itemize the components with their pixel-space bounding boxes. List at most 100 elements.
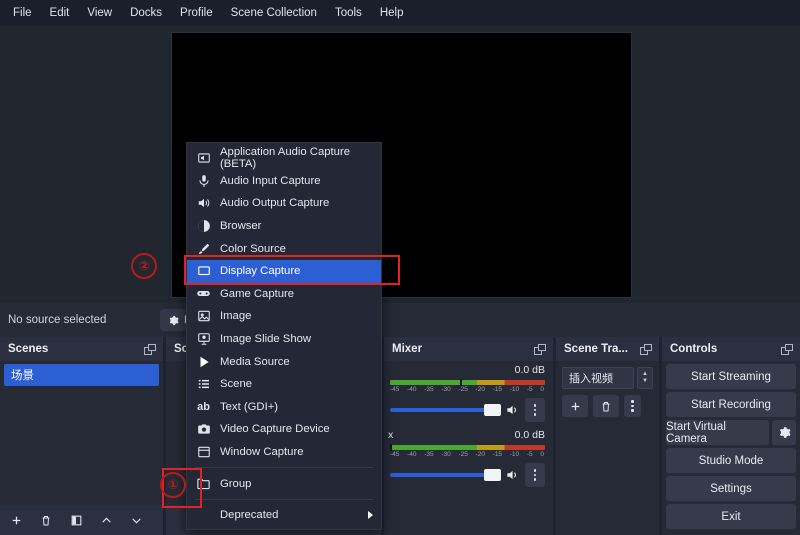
menu-item-edit[interactable]: Edit [41, 4, 79, 22]
transitions-dock-header: Scene Tra... [556, 337, 659, 361]
transitions-body: 插入视频 ▲ ▼ [556, 361, 659, 535]
context-menu-item-image-slide-show[interactable]: Image Slide Show [187, 328, 381, 351]
speaker-icon[interactable] [505, 468, 519, 482]
browser-icon [196, 219, 211, 234]
virtual-camera-settings-button[interactable] [772, 420, 796, 445]
volume-fader[interactable] [390, 404, 501, 416]
exit-button[interactable]: Exit [666, 504, 796, 529]
undock-icon[interactable] [144, 343, 157, 355]
menu-item-file[interactable]: File [4, 4, 41, 22]
mixer-track-name: x [388, 429, 394, 441]
preview-area [0, 26, 800, 303]
settings-button[interactable]: Settings [666, 476, 796, 501]
mixer-dock-header: Mixer [384, 337, 553, 361]
mixer-track: 0.0 dB -45 -40 -35 -30 -25 -20 -15 -10 -… [384, 361, 553, 424]
context-menu-item-label: Media Source [220, 355, 290, 368]
fader-row [390, 398, 545, 422]
scene-list-item[interactable]: 场景 [4, 364, 159, 386]
fader-knob[interactable] [484, 469, 501, 481]
menu-item-help[interactable]: Help [371, 4, 413, 22]
transition-properties-button[interactable] [624, 395, 641, 417]
menu-item-tools[interactable]: Tools [326, 4, 371, 22]
undock-icon[interactable] [781, 343, 794, 355]
context-menu-item-browser[interactable]: Browser [187, 215, 381, 238]
context-menu-item-scene[interactable]: Scene [187, 373, 381, 396]
app-audio-icon [196, 151, 211, 166]
menu-item-profile[interactable]: Profile [171, 4, 222, 22]
scenes-list[interactable]: 场景 [0, 361, 163, 505]
context-menu-item-display-capture[interactable]: Display Capture [187, 259, 381, 283]
mixer-track-menu-button[interactable] [525, 398, 545, 422]
fader-knob[interactable] [484, 404, 501, 416]
submenu-arrow-icon [368, 511, 373, 520]
mixer-track: x 0.0 dB -45 -40 -35 -30 -25 -20 -15 -10… [384, 426, 553, 489]
context-menu-item-text-gdi[interactable]: ab Text (GDI+) [187, 396, 381, 419]
transition-select[interactable]: 插入视频 [562, 367, 634, 389]
transition-spinner[interactable]: ▲ ▼ [637, 367, 653, 389]
controls-button-list: Start Streaming Start Recording Start Vi… [662, 361, 800, 529]
speaker-icon [196, 196, 211, 211]
tick-label: -35 [424, 386, 434, 393]
docks-container: Scenes 场景 Sou Mixer 0.0 dB -45 -40 -35 -… [0, 337, 800, 535]
controls-dock-title: Controls [670, 343, 718, 355]
tick-label: -40 [407, 386, 417, 393]
context-menu-item-image[interactable]: Image [187, 305, 381, 328]
context-menu-item-label: Color Source [220, 242, 286, 255]
context-menu-item-media-source[interactable]: Media Source [187, 350, 381, 373]
undock-icon[interactable] [534, 343, 547, 355]
remove-transition-button[interactable] [593, 395, 619, 417]
controls-dock-header: Controls [662, 337, 800, 361]
kebab-icon [623, 400, 643, 412]
start-streaming-button[interactable]: Start Streaming [666, 364, 796, 389]
volume-fader[interactable] [390, 469, 501, 481]
audio-meter [390, 444, 545, 451]
fader-row [390, 463, 545, 487]
source-toolbar-strip: No source selected Pr [0, 303, 800, 337]
context-menu-item-window-capture[interactable]: Window Capture [187, 441, 381, 464]
tick-label: -10 [509, 386, 520, 393]
add-transition-button[interactable] [562, 395, 588, 417]
folder-icon [196, 476, 211, 491]
speaker-icon[interactable] [505, 403, 519, 417]
context-menu-item-label: Window Capture [220, 446, 304, 459]
image-icon [196, 309, 211, 324]
tick-label: -25 [458, 386, 468, 393]
move-scene-down-button[interactable] [123, 509, 149, 531]
controls-dock: Controls Start Streaming Start Recording… [662, 337, 800, 535]
gear-icon [778, 426, 791, 439]
menu-item-view[interactable]: View [78, 4, 121, 22]
add-source-context-menu[interactable]: Application Audio Capture (BETA) Audio I… [186, 142, 382, 530]
mixer-dock-title: Mixer [392, 343, 423, 355]
context-menu-item-label: Audio Output Capture [220, 197, 330, 210]
move-scene-up-button[interactable] [93, 509, 119, 531]
studio-mode-button[interactable]: Studio Mode [666, 448, 796, 473]
chevron-down-icon: ▼ [642, 378, 648, 384]
context-menu-item-label: Application Audio Capture (BETA) [220, 146, 351, 171]
scene-filters-button[interactable] [63, 509, 89, 531]
annotation-step-1: ① [160, 472, 186, 498]
audio-meter [390, 379, 545, 386]
context-menu-item-audio-input-capture[interactable]: Audio Input Capture [187, 170, 381, 193]
transition-select-row: 插入视频 ▲ ▼ [556, 361, 659, 389]
context-menu-item-color-source[interactable]: Color Source [187, 237, 381, 260]
paintbrush-icon [196, 241, 211, 256]
tick-label: -5 [526, 451, 533, 458]
context-menu-item-game-capture[interactable]: Game Capture [187, 283, 381, 306]
undock-icon[interactable] [640, 343, 653, 355]
mixer-tracks: 0.0 dB -45 -40 -35 -30 -25 -20 -15 -10 -… [384, 361, 553, 535]
context-menu-item-group[interactable]: Group [187, 472, 381, 495]
context-menu-item-video-capture-device[interactable]: Video Capture Device [187, 418, 381, 441]
start-recording-button[interactable]: Start Recording [666, 392, 796, 417]
scenes-dock-title: Scenes [8, 343, 49, 355]
add-scene-button[interactable] [3, 509, 29, 531]
mixer-track-menu-button[interactable] [525, 463, 545, 487]
start-virtual-camera-button[interactable]: Start Virtual Camera [666, 420, 769, 445]
remove-scene-button[interactable] [33, 509, 59, 531]
menu-item-docks[interactable]: Docks [121, 4, 171, 22]
gamepad-icon [196, 286, 211, 301]
context-menu-item-deprecated[interactable]: Deprecated [187, 504, 381, 527]
menu-item-scene-collection[interactable]: Scene Collection [222, 4, 326, 22]
context-menu-item-audio-output-capture[interactable]: Audio Output Capture [187, 192, 381, 215]
context-menu-item-application-audio-capture[interactable]: Application Audio Capture (BETA) [187, 146, 381, 171]
context-menu-item-label: Display Capture [220, 265, 301, 278]
